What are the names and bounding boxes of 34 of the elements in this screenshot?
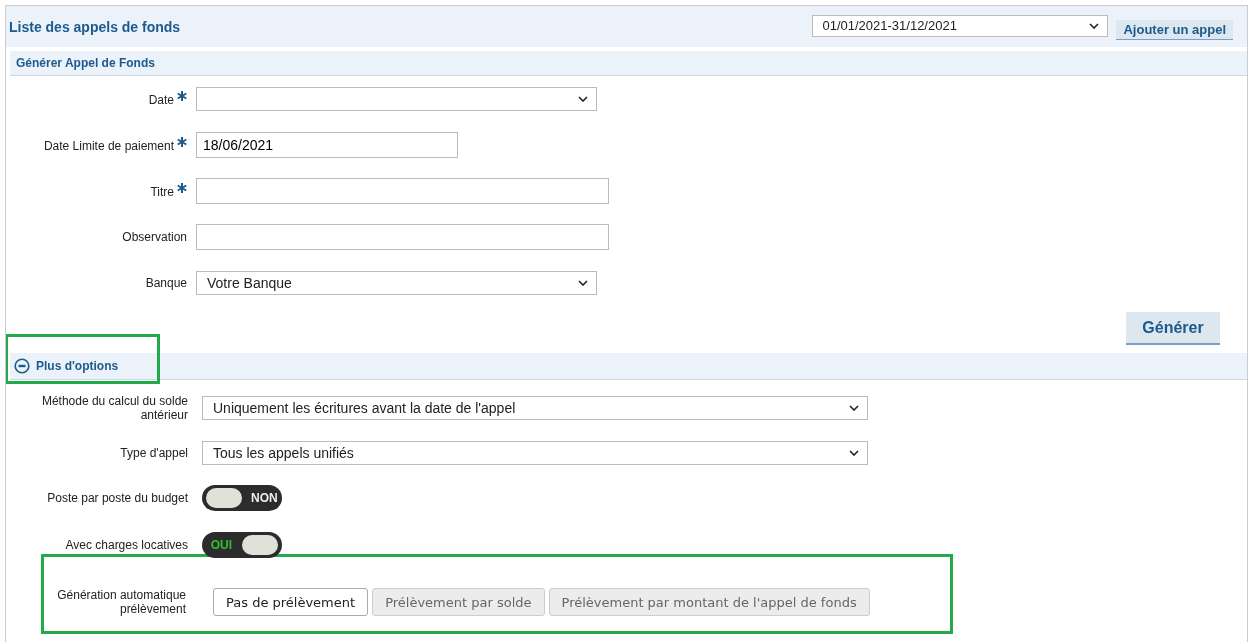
field-label: Date Limite de paiement xyxy=(43,139,174,153)
chevron-down-icon xyxy=(578,96,588,102)
chevron-down-icon xyxy=(1089,22,1100,29)
section-title[interactable]: Plus d'options xyxy=(36,359,119,373)
option-button[interactable]: Prélèvement par montant de l'appel de fonds xyxy=(548,588,870,616)
field-label: Banque xyxy=(145,276,187,290)
select-field[interactable] xyxy=(196,87,597,111)
collapse-minus-icon[interactable] xyxy=(14,358,30,374)
section-title: Générer Appel de Fonds xyxy=(16,56,155,70)
option-button[interactable]: Prélèvement par solde xyxy=(372,588,545,616)
field-label: Méthode du calcul du solde antérieur xyxy=(40,394,189,422)
field-label: Observation xyxy=(122,230,187,244)
add-call-button[interactable]: Ajouter un appel xyxy=(1116,19,1233,40)
select-field[interactable]: Tous les appels unifiés xyxy=(202,441,868,465)
period-select[interactable]: 01/01/2021-31/12/2021 xyxy=(812,14,1109,37)
field-label: Génération automatique prélèvement xyxy=(56,588,187,616)
field-label: Date xyxy=(148,93,174,107)
chevron-down-icon xyxy=(849,405,859,411)
toggle-switch[interactable]: NON xyxy=(202,484,282,511)
field-label: Poste par poste du budget xyxy=(46,490,189,505)
select-field[interactable]: Votre Banque xyxy=(196,271,597,295)
text-input-field[interactable] xyxy=(196,224,609,250)
toggle-switch[interactable]: OUI xyxy=(202,531,282,558)
chevron-down-icon xyxy=(849,450,859,456)
field-label: Avec charges locatives xyxy=(64,537,189,552)
field-label: Type d'appel xyxy=(119,446,189,460)
page-title: Liste des appels de fonds xyxy=(9,18,182,35)
option-button[interactable]: Pas de prélèvement xyxy=(213,588,369,616)
field-label: Titre xyxy=(150,185,174,199)
chevron-down-icon xyxy=(578,280,588,286)
text-input-field[interactable] xyxy=(196,178,609,204)
generate-button[interactable]: Générer xyxy=(1126,312,1220,345)
select-field[interactable]: Uniquement les écritures avant la date de l'appel xyxy=(202,396,868,420)
text-input-field[interactable]: 18/06/2021 xyxy=(196,132,458,158)
